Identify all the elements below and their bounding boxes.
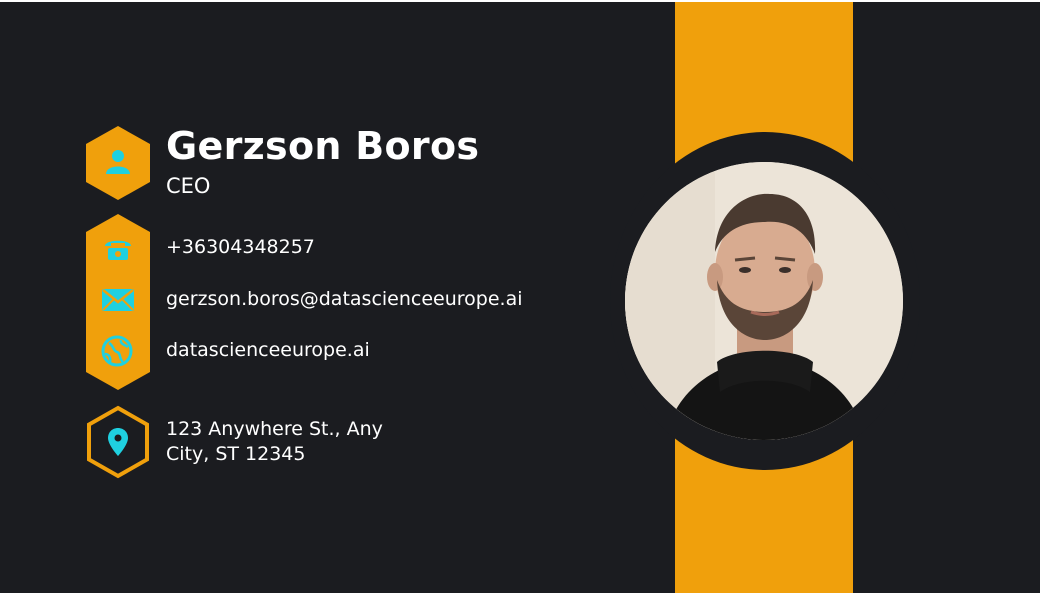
profile-photo (625, 162, 903, 440)
phone-icon (103, 236, 133, 267)
globe-icon (101, 335, 133, 372)
business-card: Gerzson Boros CEO +36304348257 gerzson.b… (0, 2, 1040, 593)
user-icon (106, 148, 130, 179)
address-line-2: City, ST 12345 (166, 443, 306, 465)
email-address: gerzson.boros@datascienceeurope.ai (166, 288, 523, 310)
address-line-1: 123 Anywhere St., Any (166, 418, 383, 440)
map-pin-icon (108, 428, 128, 461)
person-name: Gerzson Boros (166, 124, 480, 168)
phone-number: +36304348257 (166, 236, 315, 258)
address-block: 123 Anywhere St., Any City, ST 12345 (166, 417, 383, 467)
website-url: datascienceeurope.ai (166, 339, 370, 361)
envelope-icon (102, 289, 134, 316)
job-title: CEO (166, 174, 211, 198)
